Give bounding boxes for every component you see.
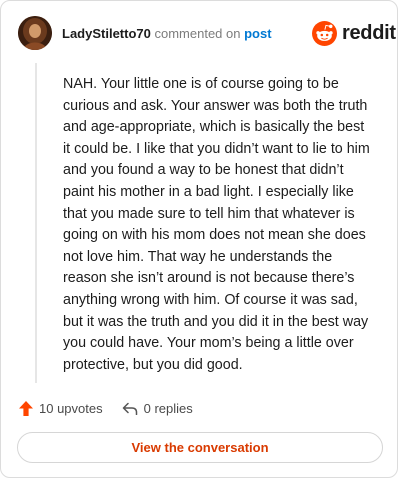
reply-arrow-icon xyxy=(122,402,137,415)
replies-count: 0 replies xyxy=(143,400,193,416)
thread-line xyxy=(35,63,37,383)
upvotes-count: 10 upvotes xyxy=(39,400,103,416)
reddit-wordmark: reddit xyxy=(342,21,396,44)
comment-actions: 10 upvotes 0 replies xyxy=(19,399,193,417)
reddit-logo[interactable]: reddit xyxy=(312,20,396,46)
reddit-snoo-icon xyxy=(312,20,337,46)
comment-card: LadyStiletto70 commented on post reddit … xyxy=(0,0,398,478)
upvote-arrow-icon xyxy=(19,400,33,416)
action-text: commented on xyxy=(154,26,241,41)
post-link[interactable]: post xyxy=(244,26,271,41)
view-conversation-button[interactable]: View the conversation xyxy=(17,432,383,463)
username-link[interactable]: LadyStiletto70 xyxy=(62,26,151,41)
avatar[interactable] xyxy=(18,16,52,50)
upvote-button[interactable]: 10 upvotes xyxy=(19,400,103,416)
comment-meta: LadyStiletto70 commented on post xyxy=(62,26,272,42)
replies-button[interactable]: 0 replies xyxy=(122,401,193,416)
comment-body: NAH. Your little one is of course going … xyxy=(63,76,370,373)
